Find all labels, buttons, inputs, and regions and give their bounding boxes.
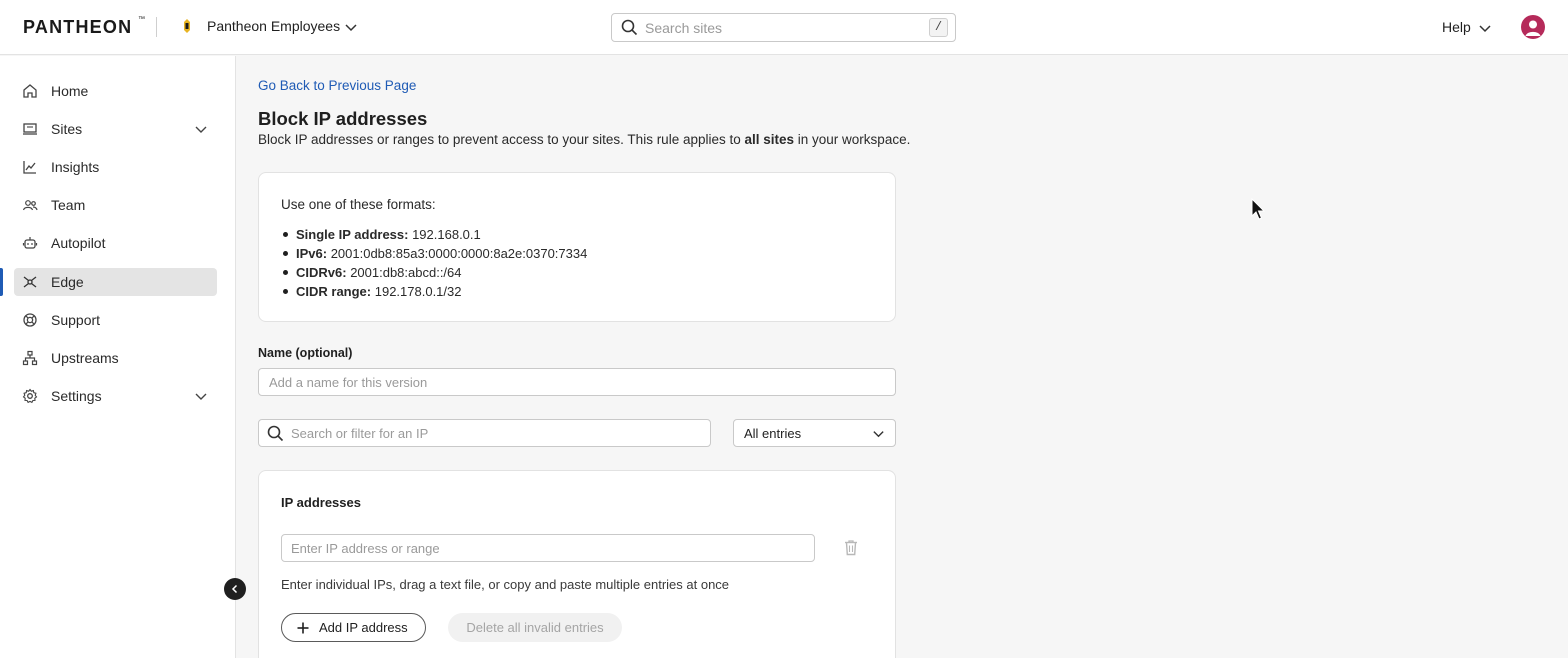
format-item: Single IP address: 192.168.0.1 [281,225,587,244]
sidebar-item-label: Settings [51,388,102,404]
entries-select-value: All entries [744,426,802,441]
sidebar-item-edge[interactable]: Edge [14,268,217,296]
site-search[interactable]: / [611,13,956,42]
gear-icon [22,388,38,404]
sidebar-item-team[interactable]: Team [14,191,217,219]
sidebar-item-sites[interactable]: Sites [14,115,217,143]
format-label: CIDR range: [296,284,372,299]
format-label: IPv6: [296,246,328,261]
trash-icon[interactable] [843,539,859,556]
add-ip-address-label: Add IP address [319,620,408,635]
workspace-name[interactable]: Pantheon Employees [207,18,340,34]
search-icon [267,425,284,442]
format-value: 192.178.0.1/32 [371,284,462,299]
format-label: Single IP address: [296,227,409,242]
description-text: Block IP addresses or ranges to prevent … [258,132,745,147]
format-item: IPv6: 2001:0db8:85a3:0000:0000:8a2e:0370… [281,244,587,263]
name-field-label: Name (optional) [258,346,353,360]
page-description: Block IP addresses or ranges to prevent … [258,132,910,147]
search-icon [621,19,638,36]
format-value: 2001:db8:abcd::/64 [346,265,462,280]
entries-select[interactable]: All entries [733,419,896,447]
sidebar-item-support[interactable]: Support [14,306,217,334]
workspace-icon[interactable] [181,18,193,34]
edge-icon [23,276,37,288]
format-item: CIDR range: 192.178.0.1/32 [281,282,587,301]
avatar[interactable] [1521,15,1545,39]
formats-intro: Use one of these formats: [281,197,436,212]
sidebar-item-autopilot[interactable]: Autopilot [14,229,217,257]
page-title: Block IP addresses [258,108,428,129]
search-shortcut-key: / [929,18,948,37]
search-input[interactable] [645,18,915,37]
sidebar-item-label: Autopilot [51,235,106,251]
sidebar-item-settings[interactable]: Settings [14,382,217,410]
sidebar-item-label: Insights [51,159,100,175]
add-ip-address-button[interactable]: Add IP address [281,613,426,642]
sidebar-item-insights[interactable]: Insights [14,153,217,181]
sidebar-item-label: Home [51,83,89,99]
formats-card: Use one of these formats: Single IP addr… [258,172,896,322]
sidebar-item-home[interactable]: Home [14,77,217,105]
hierarchy-icon [22,350,38,366]
home-icon [23,84,37,98]
format-item: CIDRv6: 2001:db8:abcd::/64 [281,263,587,282]
ip-filter[interactable] [258,419,711,447]
sidebar-item-upstreams[interactable]: Upstreams [14,344,217,372]
chart-line-icon [23,161,36,174]
plus-icon [297,622,309,634]
team-icon [22,200,38,211]
help-menu[interactable]: Help [1442,19,1471,35]
collapse-sidebar-button[interactable] [224,578,246,600]
top-bar: PANTHEON ™ Pantheon Employees / Help [0,0,1568,55]
ip-filter-input[interactable] [291,424,691,443]
robot-icon [22,237,38,249]
sidebar-item-label: Support [51,312,101,328]
description-emphasis: all sites [744,132,795,147]
chevron-down-icon[interactable] [194,122,208,136]
sidebar-item-label: Upstreams [51,350,119,366]
lifebuoy-icon [23,313,37,327]
ip-input-hint: Enter individual IPs, drag a text file, … [281,577,730,592]
chevron-down-icon[interactable] [344,20,358,34]
header-divider [156,17,157,37]
sidebar-item-label: Team [51,197,86,213]
format-value: 192.168.0.1 [408,227,481,242]
sidebar-item-label: Edge [51,274,84,290]
name-field[interactable] [258,368,896,396]
chevron-down-icon [873,431,884,438]
description-text-end: in your workspace. [794,132,911,147]
chevron-down-icon[interactable] [194,389,208,403]
sidebar-item-label: Sites [51,121,83,137]
format-label: CIDRv6: [296,265,347,280]
back-link[interactable]: Go Back to Previous Page [258,78,416,93]
sidebar: Home Sites Insights Team Autopilot Edge … [0,56,236,658]
delete-invalid-entries-button[interactable]: Delete all invalid entries [448,613,622,642]
mouse-cursor-icon [1251,198,1266,220]
format-value: 2001:0db8:85a3:0000:0000:8a2e:0370:7334 [327,246,588,261]
ip-addresses-card: IP addresses Enter individual IPs, drag … [258,470,896,658]
chevron-down-icon[interactable] [1478,21,1492,35]
active-indicator [0,268,3,296]
pantheon-logo[interactable]: PANTHEON [23,17,132,38]
sites-icon [23,123,37,135]
formats-list: Single IP address: 192.168.0.1 IPv6: 200… [281,225,587,301]
logo-trademark: ™ [138,16,145,23]
ip-address-input[interactable] [281,534,815,562]
user-icon [1525,20,1541,36]
ip-card-title: IP addresses [281,495,361,510]
chevron-left-icon [231,584,238,594]
